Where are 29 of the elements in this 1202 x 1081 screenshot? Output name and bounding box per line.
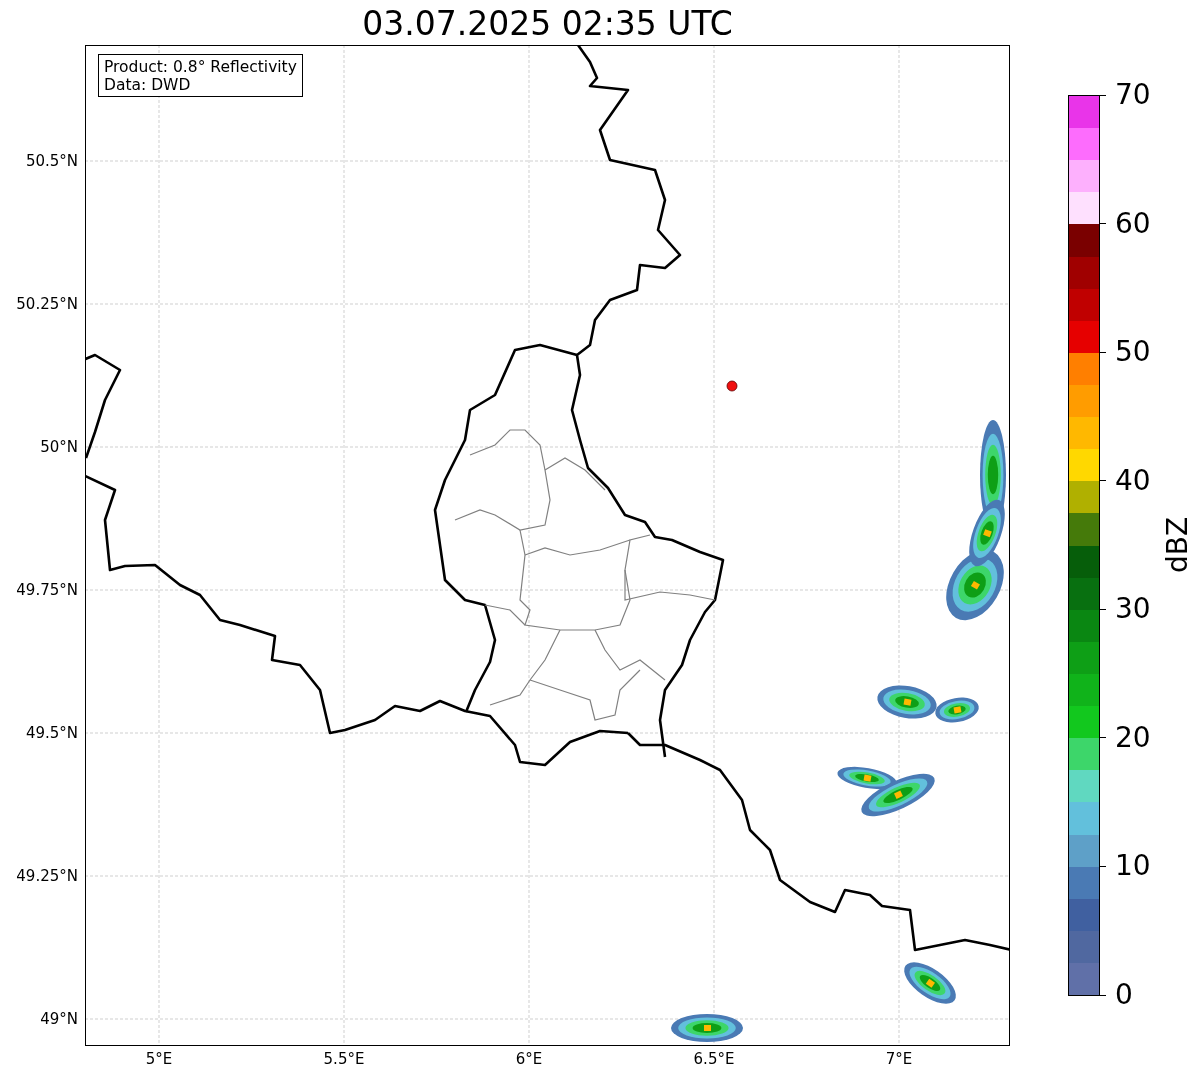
location-marker xyxy=(726,380,738,392)
radar-echo xyxy=(935,697,979,723)
tick-label: 7°E xyxy=(885,1050,913,1068)
tick-label: 0 xyxy=(1115,980,1133,1010)
chart-title: 03.07.2025 02:35 UTC xyxy=(361,3,734,45)
tick-label: 49.75°N xyxy=(16,581,78,599)
tick-label: 20 xyxy=(1115,722,1151,753)
tick-label: 5.5°E xyxy=(323,1050,365,1068)
tick-label: 60 xyxy=(1115,208,1151,239)
tick-label: 5°E xyxy=(145,1050,173,1068)
radar-echo xyxy=(904,962,956,1004)
tick-label: 49.5°N xyxy=(25,724,78,742)
info-text: Product: 0.8° Reflectivity xyxy=(104,58,297,76)
radar-echo xyxy=(877,685,937,719)
tick-label: 49°N xyxy=(40,1010,78,1028)
tick-label: 49.25°N xyxy=(16,867,78,885)
tick-label: 6°E xyxy=(515,1050,543,1068)
tick-label: 6.5°E xyxy=(693,1050,735,1068)
tick-label: 70 xyxy=(1115,80,1151,110)
radar-echo xyxy=(671,1014,743,1042)
tick-label: 50°N xyxy=(40,438,78,456)
info-text: Data: DWD xyxy=(104,76,192,94)
tick-label: 10 xyxy=(1115,851,1151,882)
tick-label: 50.25°N xyxy=(16,295,78,313)
tick-label: 40 xyxy=(1115,465,1151,496)
axis-label: dBZ xyxy=(1163,516,1194,574)
tick-label: 50.5°N xyxy=(25,152,78,170)
tick-label: 50 xyxy=(1115,337,1151,368)
tick-label: 30 xyxy=(1115,594,1151,625)
